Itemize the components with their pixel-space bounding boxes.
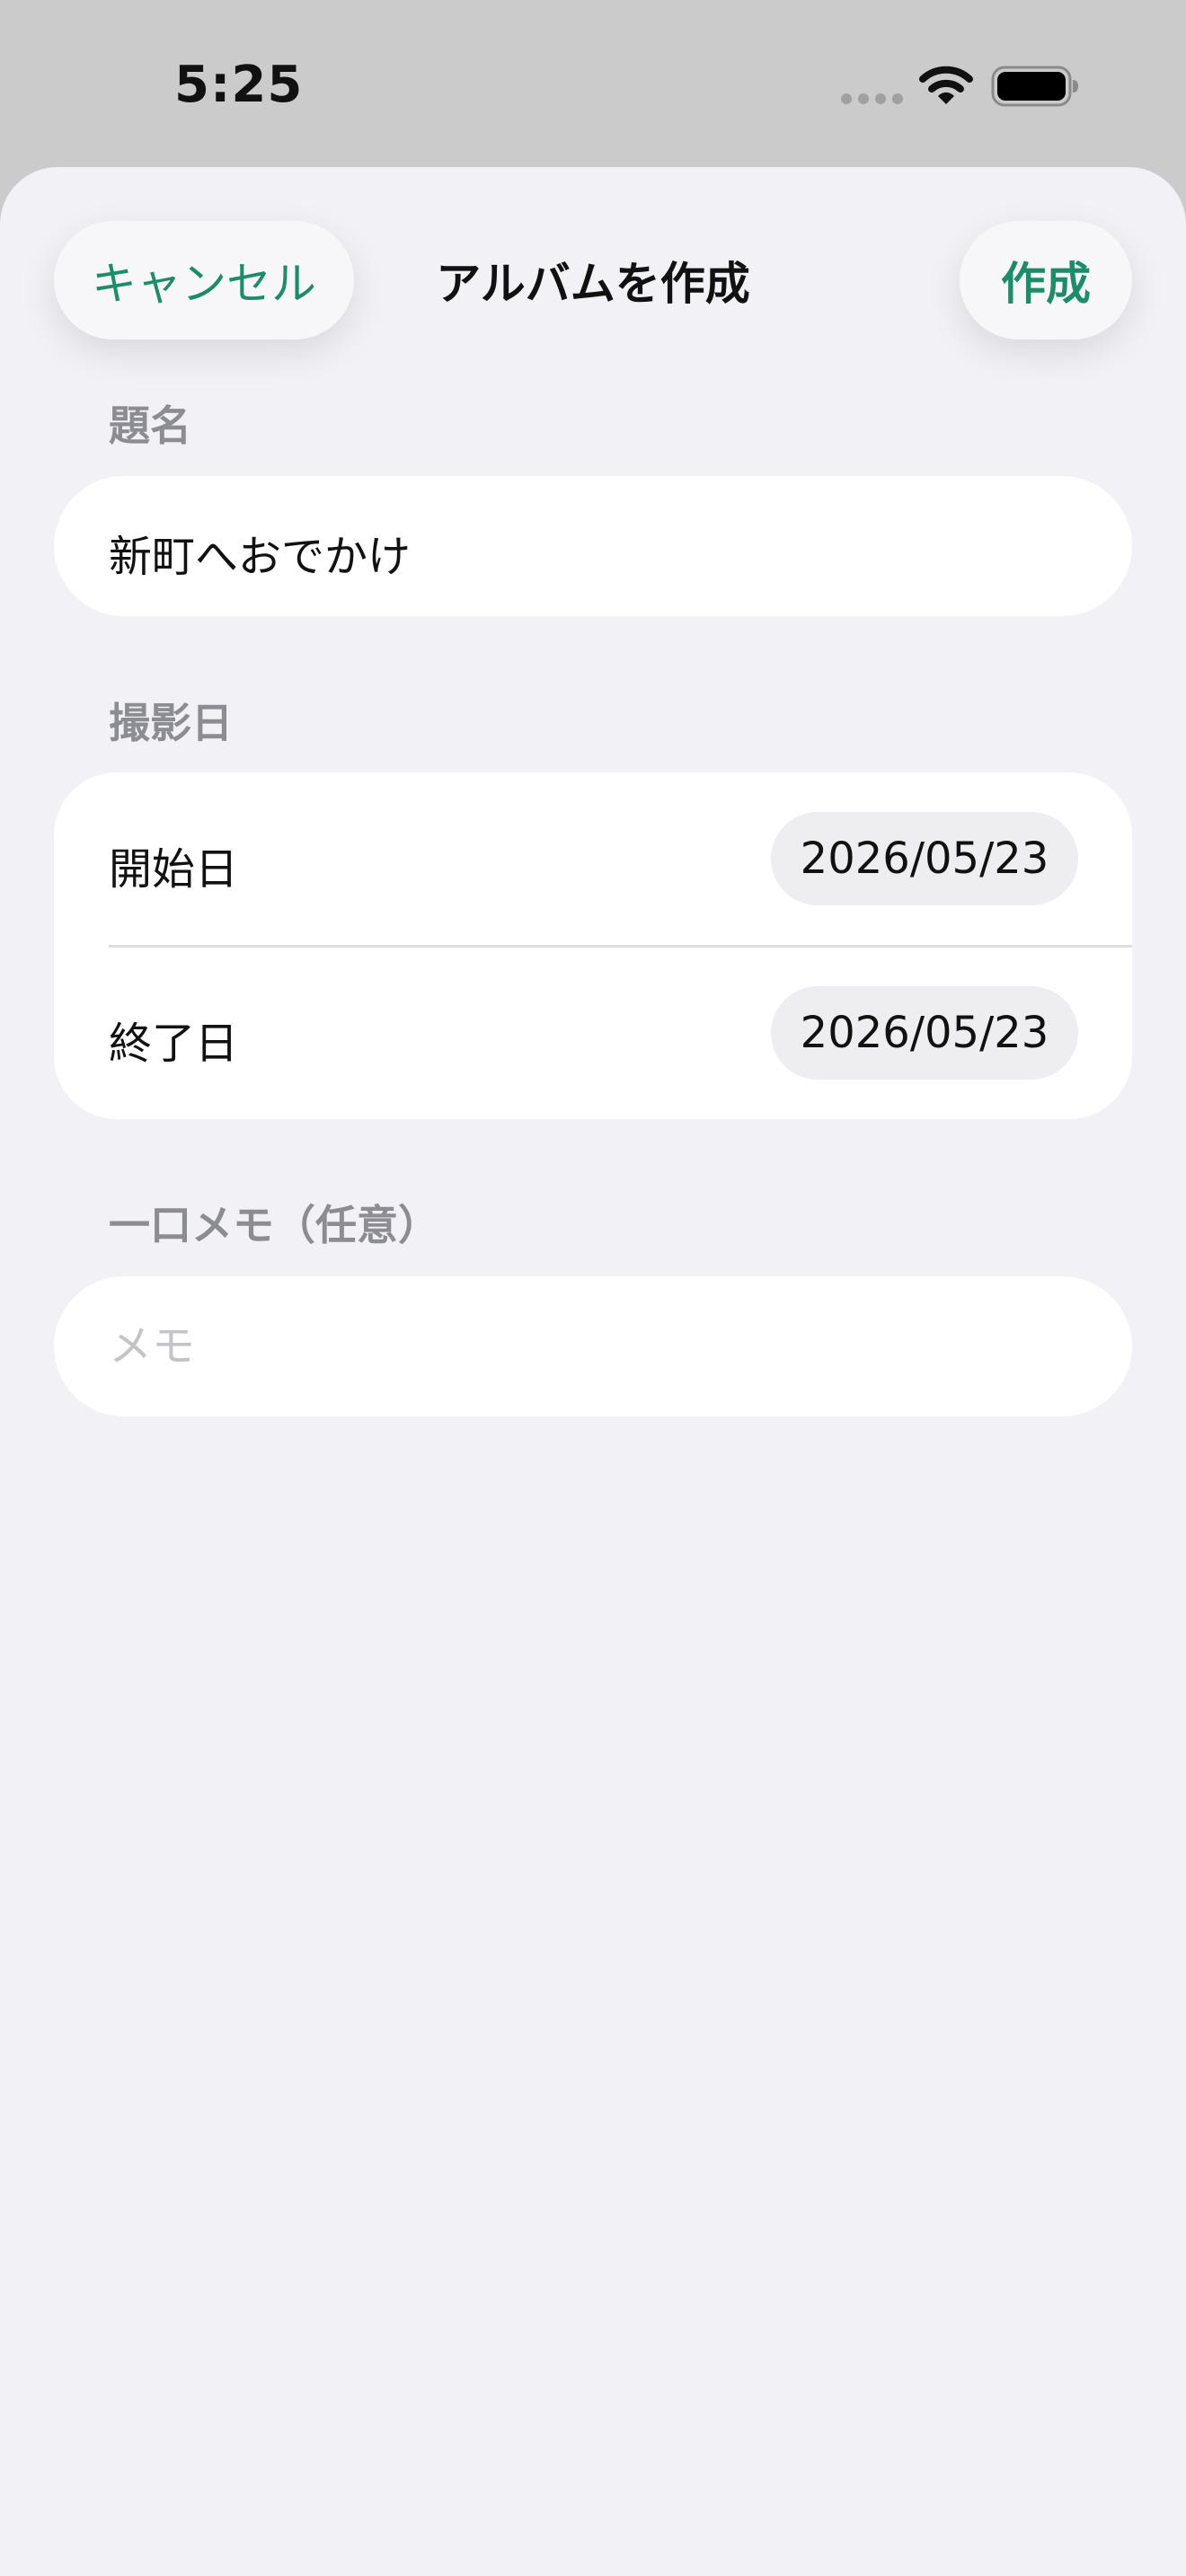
memo-section-label: 一口メモ（任意）	[109, 1201, 439, 1249]
date-section-label: 撮影日	[109, 699, 233, 747]
date-card: 開始日 2026/05/23 終了日 2026/05/23	[54, 772, 1132, 1119]
title-field-value: 新町へおでかけ	[109, 532, 412, 582]
create-button[interactable]: 作成	[960, 221, 1132, 340]
title-field[interactable]: 新町へおでかけ	[54, 476, 1132, 616]
title-section-label: 題名	[109, 401, 191, 450]
start-date-row: 開始日 2026/05/23	[54, 772, 1132, 945]
status-bar: 5:25	[0, 0, 1186, 167]
start-date-label: 開始日	[109, 844, 239, 895]
battery-icon	[991, 66, 1078, 107]
wifi-icon	[919, 66, 973, 104]
start-date-picker[interactable]: 2026/05/23	[771, 812, 1078, 905]
status-time: 5:25	[174, 56, 304, 114]
memo-field[interactable]	[54, 1276, 1132, 1416]
create-album-sheet: キャンセル アルバムを作成 作成 題名 新町へおでかけ 撮影日 開始日 2026…	[0, 167, 1186, 2576]
signal-icon	[841, 93, 903, 104]
end-date-row: 終了日 2026/05/23	[54, 947, 1132, 1119]
end-date-label: 終了日	[109, 1019, 239, 1069]
memo-input[interactable]	[109, 1303, 1079, 1389]
end-date-picker[interactable]: 2026/05/23	[771, 986, 1078, 1080]
